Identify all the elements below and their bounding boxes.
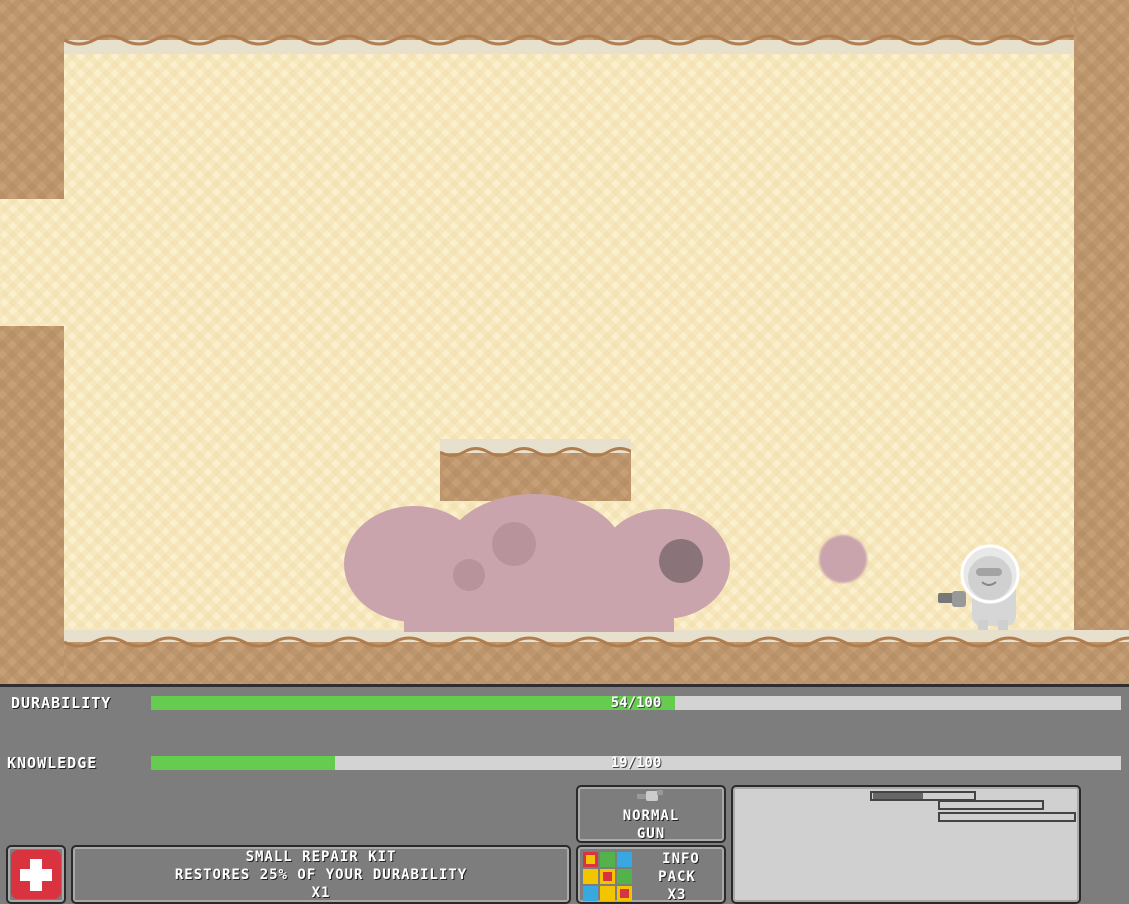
platform-wave xyxy=(440,447,631,457)
worm-enemy xyxy=(344,494,730,632)
astronaut-player[interactable] xyxy=(936,544,1026,632)
weapon-name-line2: GUN xyxy=(636,826,666,842)
game-level-scene xyxy=(0,0,1129,684)
enemy-projectile xyxy=(819,535,867,583)
info-pack-grid-icon xyxy=(583,852,632,901)
medkit-cross-icon xyxy=(11,850,61,899)
durability-label: DURABILITY xyxy=(11,694,112,712)
info-pack-line2: PACK xyxy=(658,869,696,885)
item-count: X1 xyxy=(311,885,331,901)
left-wall-lower xyxy=(0,326,64,684)
knowledge-bar: 19/100 xyxy=(151,755,1121,771)
info-pack-slot[interactable]: INFO PACK X3 xyxy=(576,845,726,904)
item-name: SMALL REPAIR KIT xyxy=(245,849,397,865)
ceiling-wave xyxy=(64,34,1074,46)
floor-wave xyxy=(64,636,1129,648)
item-description-panel: SMALL REPAIR KIT RESTORES 25% OF YOUR DU… xyxy=(71,845,571,904)
gun-icon xyxy=(637,790,663,801)
hud-panel: DURABILITY 54/100 KNOWLEDGE 19/100 SMALL… xyxy=(0,684,1129,904)
durability-value: 54/100 xyxy=(610,695,662,711)
info-pack-count: X3 xyxy=(667,887,687,903)
info-pack-line1: INFO xyxy=(662,851,700,867)
knowledge-value: 19/100 xyxy=(610,755,662,771)
weapon-name-line1: NORMAL xyxy=(622,808,680,824)
right-wall xyxy=(1074,0,1129,630)
minimap xyxy=(731,785,1081,904)
durability-bar: 54/100 xyxy=(151,695,1121,711)
left-wall-upper xyxy=(0,0,64,199)
knowledge-label: KNOWLEDGE xyxy=(7,754,98,772)
item-description: RESTORES 25% OF YOUR DURABILITY xyxy=(174,867,468,883)
weapon-slot[interactable]: NORMAL GUN xyxy=(576,785,726,843)
minimap-rooms xyxy=(870,791,1076,822)
item-slot[interactable] xyxy=(6,845,66,904)
